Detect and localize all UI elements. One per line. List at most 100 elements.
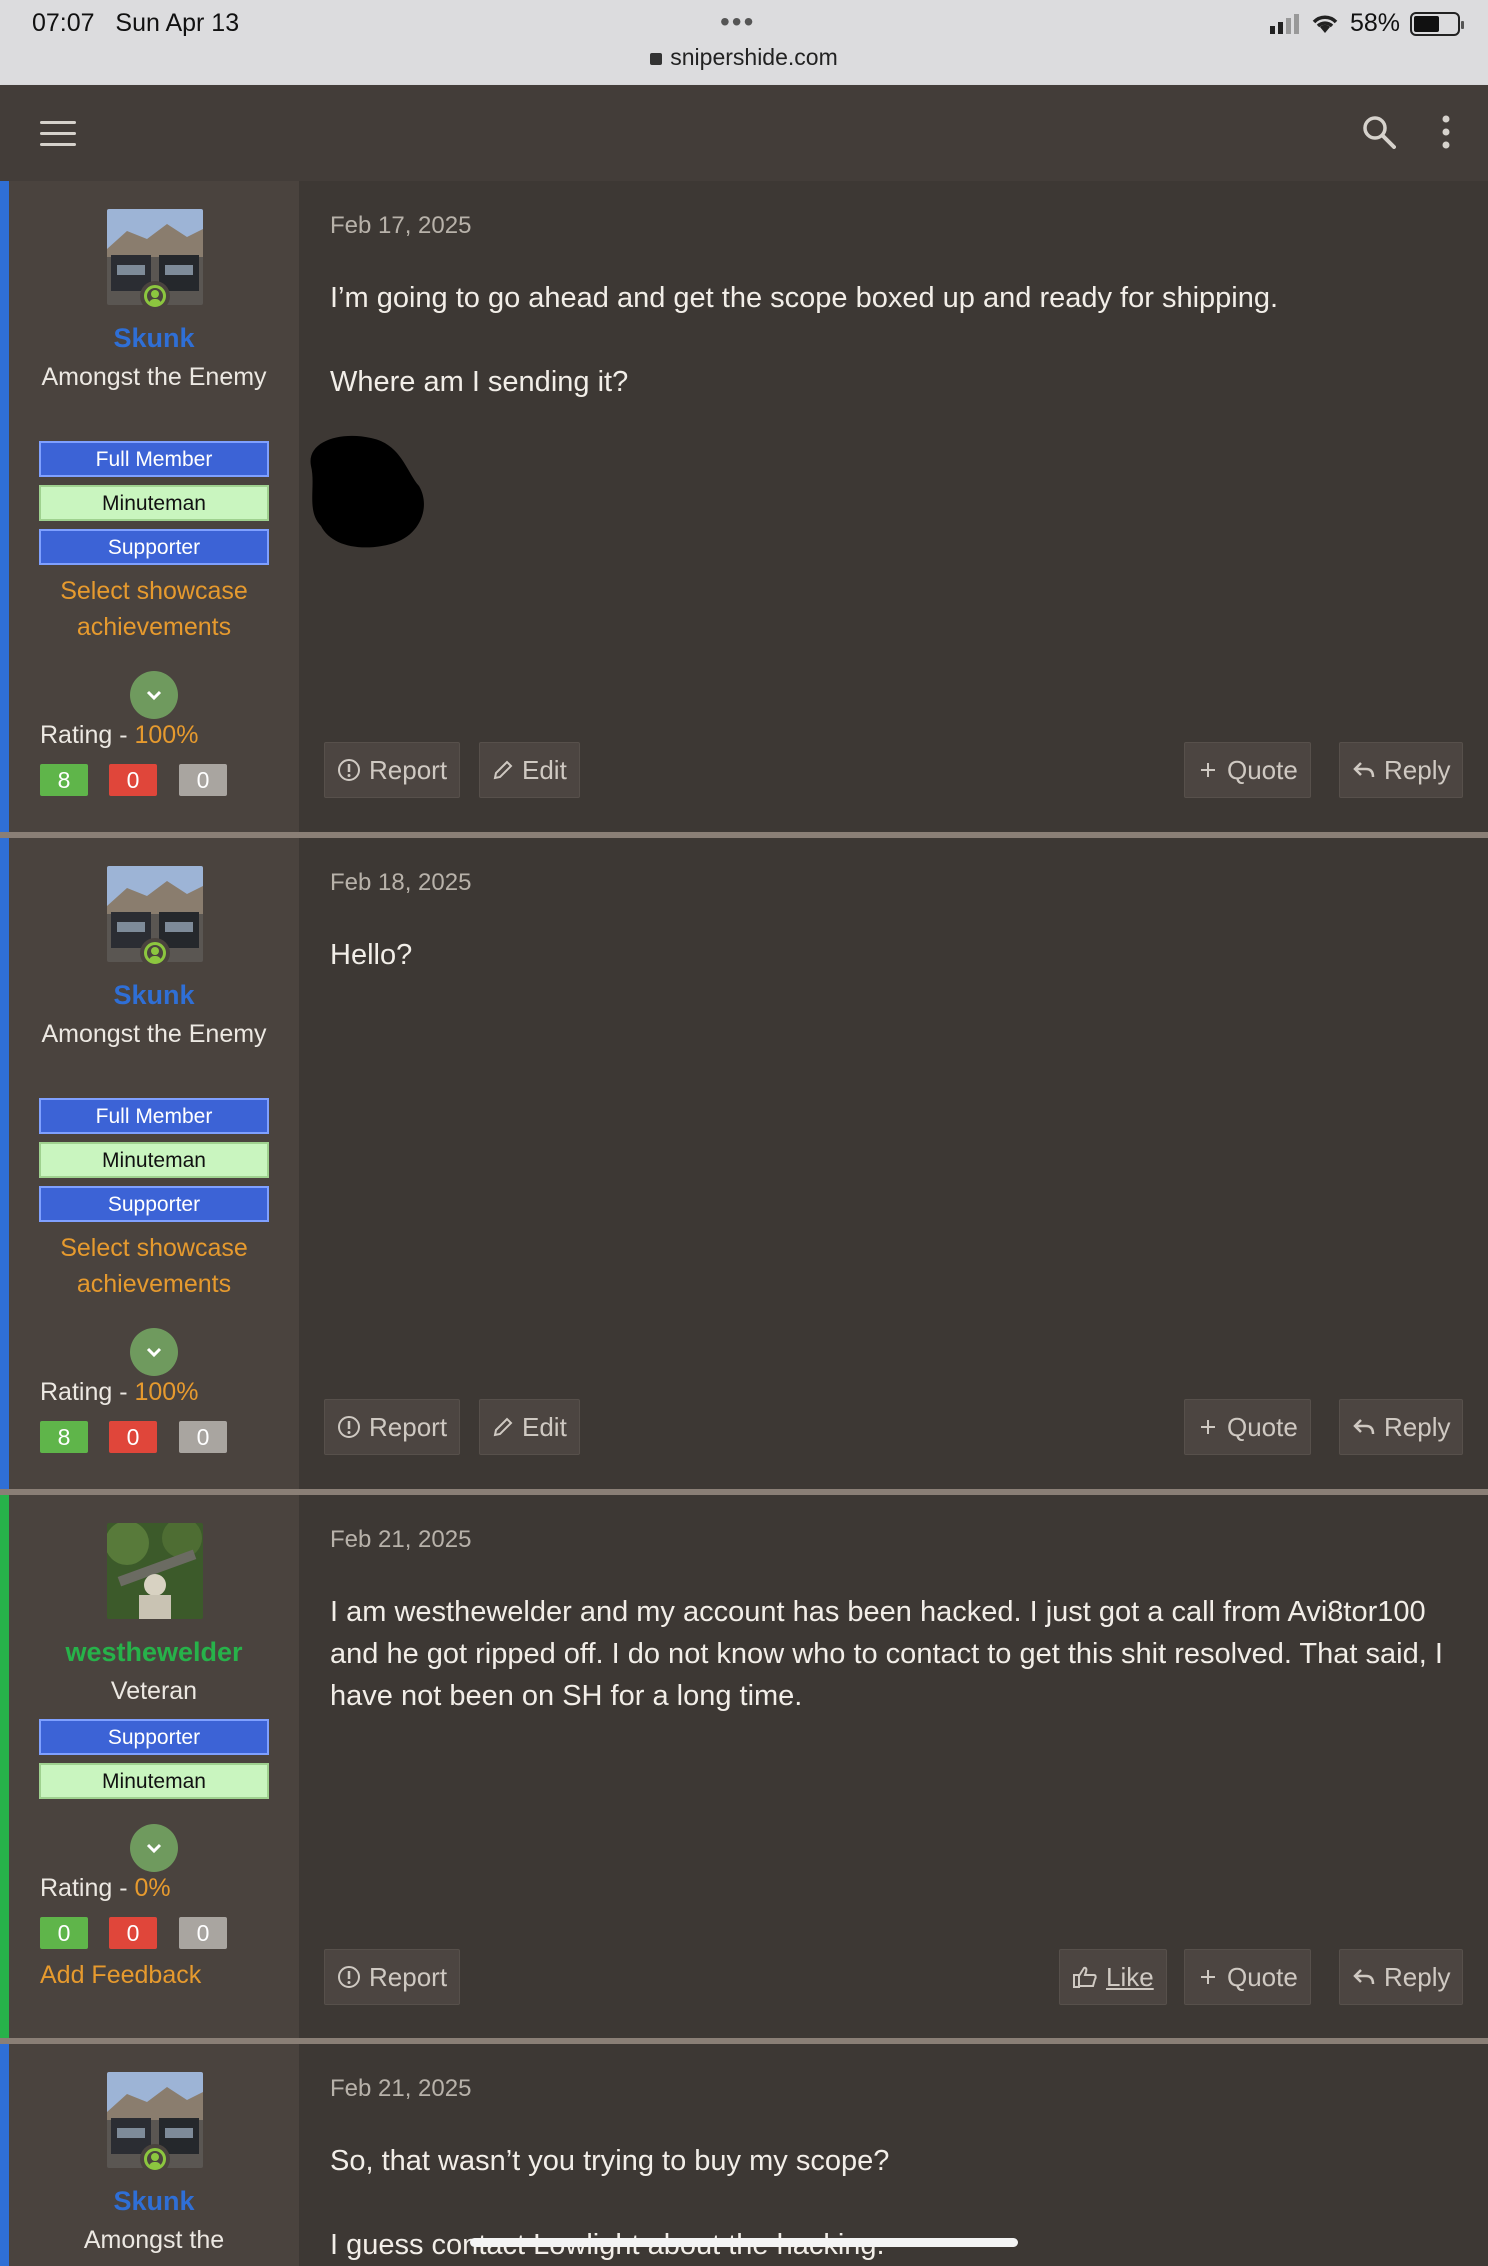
badge-full-member: Full Member [39, 441, 269, 477]
username[interactable]: Skunk [9, 980, 299, 1011]
more-options-icon[interactable] [1442, 115, 1450, 149]
url-bar[interactable]: snipershide.com [0, 44, 1488, 71]
status-bar: 07:07 Sun Apr 13 ••• 58% snipershide.com [0, 0, 1488, 85]
username[interactable]: westhewelder [9, 1637, 299, 1668]
quote-button[interactable]: Quote [1184, 1399, 1311, 1455]
rating-neutral: 0 [179, 1917, 227, 1949]
expand-chevron-icon[interactable] [130, 1824, 178, 1872]
plus-icon [1201, 763, 1215, 777]
quote-button[interactable]: Quote [1184, 742, 1311, 798]
post-author-sidebar: Skunk Amongst the Enemy Full Member Minu… [9, 181, 299, 832]
plus-icon [1201, 1970, 1215, 1984]
report-icon [338, 1416, 360, 1438]
reply-icon [1353, 1419, 1375, 1435]
post-author-sidebar: westhewelder Veteran Supporter Minuteman… [9, 1495, 299, 2038]
post-content: Feb 21, 2025 So, that wasn’t you trying … [299, 2044, 1488, 2266]
edit-button[interactable]: Edit [479, 742, 580, 798]
report-button[interactable]: Report [324, 742, 461, 798]
post-date[interactable]: Feb 18, 2025 [330, 869, 471, 897]
badge-supporter: Supporter [39, 1186, 269, 1222]
url-text: snipershide.com [670, 44, 838, 70]
rating-label: Rating - 0% [40, 1874, 171, 1902]
like-button[interactable]: Like [1059, 1949, 1167, 2005]
expand-chevron-icon[interactable] [130, 671, 178, 719]
post: Skunk Amongst the Enemy Full Member Minu… [0, 181, 1488, 838]
showcase-link[interactable]: Select showcase achievements [29, 1230, 279, 1302]
post-date[interactable]: Feb 21, 2025 [330, 2075, 471, 2103]
user-title: Amongst the Enemy [41, 363, 267, 391]
avatar[interactable] [107, 1523, 203, 1619]
badge-minuteman: Minuteman [39, 1142, 269, 1178]
thumbs-up-icon [1073, 1966, 1097, 1988]
signal-icon [1269, 13, 1299, 34]
multitask-dots-icon[interactable]: ••• [720, 6, 755, 38]
rating-neutral: 0 [179, 764, 227, 796]
post-author-sidebar: Skunk Amongst the Enemy Full Member Minu… [9, 838, 299, 1489]
report-icon [338, 1966, 360, 1988]
reply-button[interactable]: Reply [1339, 1949, 1464, 2005]
report-icon [338, 759, 360, 781]
post-content: Feb 18, 2025 Hello? Report Edit Quote Re… [299, 838, 1488, 1489]
post: Skunk Amongst the Feb 21, 2025 So, that … [0, 2044, 1488, 2266]
app-header [0, 85, 1488, 181]
lock-icon [650, 53, 663, 65]
report-button[interactable]: Report [324, 1399, 461, 1455]
username[interactable]: Skunk [9, 2186, 299, 2217]
badge-minuteman: Minuteman [39, 1763, 269, 1799]
rating-positive: 0 [40, 1917, 88, 1949]
rating-negative: 0 [109, 1421, 157, 1453]
online-status-icon [140, 2144, 170, 2174]
home-indicator[interactable] [470, 2238, 1018, 2247]
expand-chevron-icon[interactable] [130, 1328, 178, 1376]
user-title: Amongst the [83, 2226, 225, 2254]
badge-supporter: Supporter [39, 1719, 269, 1755]
post-body-line: Hello? [330, 939, 413, 971]
rating-label: Rating - 100% [40, 721, 199, 749]
badge-minuteman: Minuteman [39, 485, 269, 521]
post-body-line: Where am I sending it? [330, 366, 629, 398]
post-body-line: So, that wasn’t you trying to buy my sco… [330, 2145, 890, 2177]
reply-icon [1353, 1969, 1375, 1985]
online-status-icon [140, 938, 170, 968]
post-body-line: I’m going to go ahead and get the scope … [330, 282, 1279, 314]
badge-full-member: Full Member [39, 1098, 269, 1134]
rating-positive: 8 [40, 1421, 88, 1453]
badge-supporter: Supporter [39, 529, 269, 565]
edit-button[interactable]: Edit [479, 1399, 580, 1455]
post-date[interactable]: Feb 17, 2025 [330, 212, 471, 240]
showcase-link[interactable]: Select showcase achievements [29, 573, 279, 645]
post-author-sidebar: Skunk Amongst the [9, 2044, 299, 2266]
post-content: Feb 21, 2025 I am westhewelder and my ac… [299, 1495, 1488, 2038]
rating-negative: 0 [109, 764, 157, 796]
menu-icon[interactable] [40, 121, 76, 147]
post-content: Feb 17, 2025 I’m going to go ahead and g… [299, 181, 1488, 832]
rating-negative: 0 [109, 1917, 157, 1949]
user-title: Amongst the Enemy [41, 1020, 267, 1048]
pencil-icon [493, 760, 513, 780]
redacted-image [310, 435, 424, 548]
report-button[interactable]: Report [324, 1949, 461, 2005]
user-title: Veteran [110, 1677, 198, 1705]
rating-positive: 8 [40, 764, 88, 796]
search-icon[interactable] [1362, 115, 1396, 149]
post-date[interactable]: Feb 21, 2025 [330, 1526, 471, 1554]
status-right: 58% [1269, 9, 1464, 38]
rating-label: Rating - 100% [40, 1378, 199, 1406]
quote-button[interactable]: Quote [1184, 1949, 1311, 2005]
online-status-icon [140, 281, 170, 311]
add-feedback-link[interactable]: Add Feedback [40, 1961, 201, 1990]
battery-icon [1410, 11, 1464, 36]
pencil-icon [493, 1417, 513, 1437]
post: westhewelder Veteran Supporter Minuteman… [0, 1495, 1488, 2044]
battery-percent: 58% [1349, 9, 1400, 37]
plus-icon [1201, 1420, 1215, 1434]
reply-button[interactable]: Reply [1339, 742, 1464, 798]
rating-neutral: 0 [179, 1421, 227, 1453]
reply-icon [1353, 762, 1375, 778]
status-time: 07:07 Sun Apr 13 [32, 9, 240, 37]
post: Skunk Amongst the Enemy Full Member Minu… [0, 838, 1488, 1495]
wifi-icon [1312, 14, 1338, 33]
post-body-line: I am westhewelder and my account has bee… [330, 1596, 1443, 1712]
username[interactable]: Skunk [9, 323, 299, 354]
reply-button[interactable]: Reply [1339, 1399, 1464, 1455]
